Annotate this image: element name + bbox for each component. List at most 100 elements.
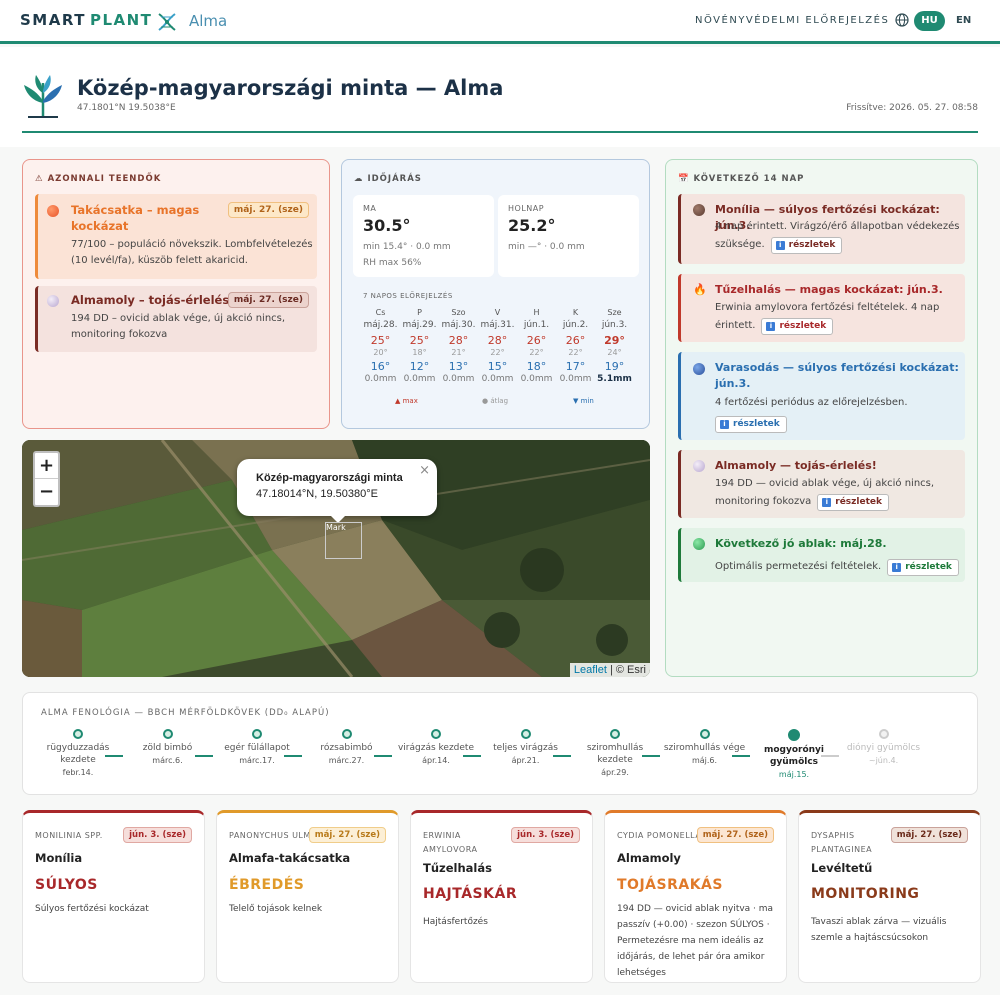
stage-connector	[373, 755, 392, 757]
forecast-day: H	[533, 308, 540, 317]
stage-connector	[105, 755, 123, 757]
weather-card: ☁ IDŐJÁRÁS MA 30.5° min 15.4° · 0.0 mm R…	[341, 159, 650, 429]
forecast-hum: 22°	[568, 348, 583, 357]
zoom-in-button[interactable]: +	[35, 453, 58, 479]
weather-today: MA 30.5° min 15.4° · 0.0 mm RH max 56%	[353, 195, 494, 277]
phenology-timeline: ALMA FENOLÓGIA — BBCH MÉRFÖLDKÖVEK (DD₀ …	[22, 692, 978, 795]
pest-card[interactable]: PANONYCHUS ULMI máj. 27. (sze) Almafa-taká…	[216, 810, 399, 983]
stage-name: zöld bimbó	[142, 743, 193, 753]
event-desc: Erwinia amylovora fertőzési feltételek. …	[715, 299, 963, 335]
forecast-day: Pmáj.29. 25° 18° 12° 0.0mm	[400, 308, 439, 388]
forecast-date: máj.28.	[363, 320, 398, 330]
stage-date: márc.17.	[239, 756, 275, 765]
info-icon: i	[766, 322, 776, 331]
stage-connector	[194, 755, 213, 757]
event-desc: 4 fertőzési periódus az előrejelzésben.	[715, 397, 908, 408]
pest-card[interactable]: DYSAPHIS PLANTAGINEA máj. 27. (sze) Levélt…	[798, 810, 981, 983]
map-popup: Közép-magyarországi minta 47.18014°N, 19…	[237, 459, 437, 523]
event-item[interactable]: Monília — súlyos fertőzési kockázat: jún…	[678, 194, 965, 264]
stage-date: ~jún.4.	[868, 756, 899, 765]
forecast-day: Sze jún.3. 29° 24° 19° 5.1mm	[595, 308, 634, 388]
lang-en-button[interactable]: EN	[956, 15, 971, 26]
info-icon: i	[720, 420, 729, 429]
event-title: Almamoly — tojás-érlelés!	[715, 459, 877, 472]
brand[interactable]: SMART PLANT	[20, 11, 152, 29]
pest-name: Almafa-takácsatka	[229, 851, 351, 865]
pest-status: HAJTÁSKÁR	[423, 886, 518, 902]
forecast-max: 28°	[487, 334, 508, 347]
pest-name: Monília	[35, 851, 83, 865]
header-divider	[22, 131, 978, 133]
event-item[interactable]: Varasodás — súlyos fertőzési kockázat: j…	[678, 352, 965, 440]
forecast-hum: 18°	[412, 348, 427, 357]
forecast-rain: 0.0mm	[403, 374, 436, 384]
stage-date: márc.27.	[328, 756, 365, 765]
alert-item[interactable]: Almamoly – tojás-érlelés máj. 27. (sze) …	[35, 286, 317, 352]
stage-date: febr.14.	[62, 768, 94, 777]
info-icon: i	[775, 241, 785, 250]
details-button[interactable]: i részletek	[817, 494, 889, 511]
pest-card[interactable]: ERWINIA AMYLOVORA jún. 3. (sze) Tűzelhalás…	[410, 810, 593, 983]
moth-icon	[47, 295, 59, 307]
zoom-out-button[interactable]: −	[35, 479, 58, 505]
alert-date-chip: máj. 27. (sze)	[227, 202, 309, 218]
phenology-stage: rózsabimbó márc.27.	[302, 729, 392, 765]
leaflet-link[interactable]: Leaflet	[574, 664, 607, 676]
details-button[interactable]: i részletek	[715, 416, 787, 433]
pest-date-chip: máj. 27. (sze)	[696, 827, 774, 843]
event-desc: Optimális permetezési feltételek. i részle…	[715, 558, 963, 576]
event-desc-text: Optimális permetezési feltételek.	[715, 561, 882, 572]
good-window-icon	[693, 538, 705, 550]
forecast-min: 16°	[370, 360, 391, 373]
phenology-stage: sziromhullás vége máj.6.	[660, 729, 750, 765]
event-desc: 194 DD — ovicid ablak vége, új akció nin…	[715, 475, 963, 511]
pest-card[interactable]: MONILINIA SPP. jún. 3. (sze) Monília SÚLYOS…	[22, 810, 205, 983]
brand-word-1: SMART	[20, 11, 86, 29]
tomorrow-temp: 25.2°	[508, 216, 556, 235]
popup-close-button[interactable]: ×	[419, 463, 430, 478]
pest-card[interactable]: CYDIA POMONELLA máj. 27. (sze) Almamoly TOJ…	[604, 810, 787, 983]
forecast-rain: 0.0mm	[520, 374, 553, 384]
details-button[interactable]: i részletek	[761, 318, 834, 335]
phenology-stage: zöld bimbó márc.6.	[123, 729, 213, 765]
nav-title[interactable]: NÖVÉNYVÉDELMI ELŐREJELZÉS	[695, 15, 889, 26]
forecast-max: 26°	[565, 334, 586, 347]
phenology-stage: virágzás kezdete ápr.14.	[391, 729, 481, 765]
forecast-date: jún.2.	[562, 320, 589, 330]
weather-tomorrow: HOLNAP 25.2° min —° · 0.0 mm	[498, 195, 639, 277]
forecast-day: K	[572, 308, 579, 317]
info-icon: i	[822, 498, 832, 507]
forecast-title: 7 NAPOS ELŐREJELZÉS	[363, 292, 453, 300]
today-label: MA	[363, 204, 377, 213]
pest-status: ÉBREDÉS	[229, 877, 305, 893]
forecast-date: máj.29.	[402, 320, 437, 330]
alert-desc: 77/100 – populáció növekszik. Lombfelvét…	[71, 239, 313, 266]
event-item[interactable]: 🔥 Tűzelhalás — magas kockázat: jún.3. Er…	[678, 274, 965, 342]
stage-date: márc.6.	[152, 756, 183, 765]
immediate-actions-card: ⚠ AZONNALI TEENDŐK Takácsatka – magas ko…	[22, 159, 330, 429]
event-item[interactable]: Almamoly — tojás-érlelés! 194 DD — ovici…	[678, 450, 965, 518]
location-map[interactable]: + − Közép-magyarországi minta 47.18014°N…	[22, 440, 650, 677]
esri-credit: | © Esri	[606, 664, 646, 676]
alert-item[interactable]: Takácsatka – magas kockázat máj. 27. (sz…	[35, 194, 317, 279]
event-title: Varasodás — súlyos fertőzési kockázat: j…	[715, 361, 959, 390]
details-button[interactable]: i részletek	[770, 237, 843, 254]
phenology-stage: diónyi gyümölcs ~jún.4.	[839, 729, 929, 765]
pest-latin-name: ERWINIA AMYLOVORA	[423, 831, 478, 854]
page-header: Közép-magyarországi minta — Alma 47.1801…	[0, 47, 1000, 147]
map-marker[interactable]: Mark	[325, 522, 362, 559]
lang-hu-button[interactable]: HU	[914, 11, 945, 31]
forecast-hum: 22°	[490, 348, 505, 357]
stage-name: sziromhullás vége	[663, 743, 746, 753]
phenology-stage: rügyduzzadás kezdete febr.14.	[33, 729, 123, 777]
event-item[interactable]: Következő jó ablak: máj.28. Optimális pe…	[678, 528, 965, 582]
today-temp: 30.5°	[363, 216, 411, 235]
pest-status: MONITORING	[811, 886, 920, 902]
details-button[interactable]: i részletek	[887, 559, 959, 576]
forecast-max: 28°	[448, 334, 469, 347]
crop-label: Alma	[189, 12, 228, 30]
phenology-stage: mogyorónyi gyümölcs máj.15.	[749, 729, 839, 779]
pest-status: TOJÁSRAKÁS	[617, 877, 723, 893]
details-label: részletek	[905, 562, 952, 572]
forecast-date: máj.30.	[441, 320, 476, 330]
